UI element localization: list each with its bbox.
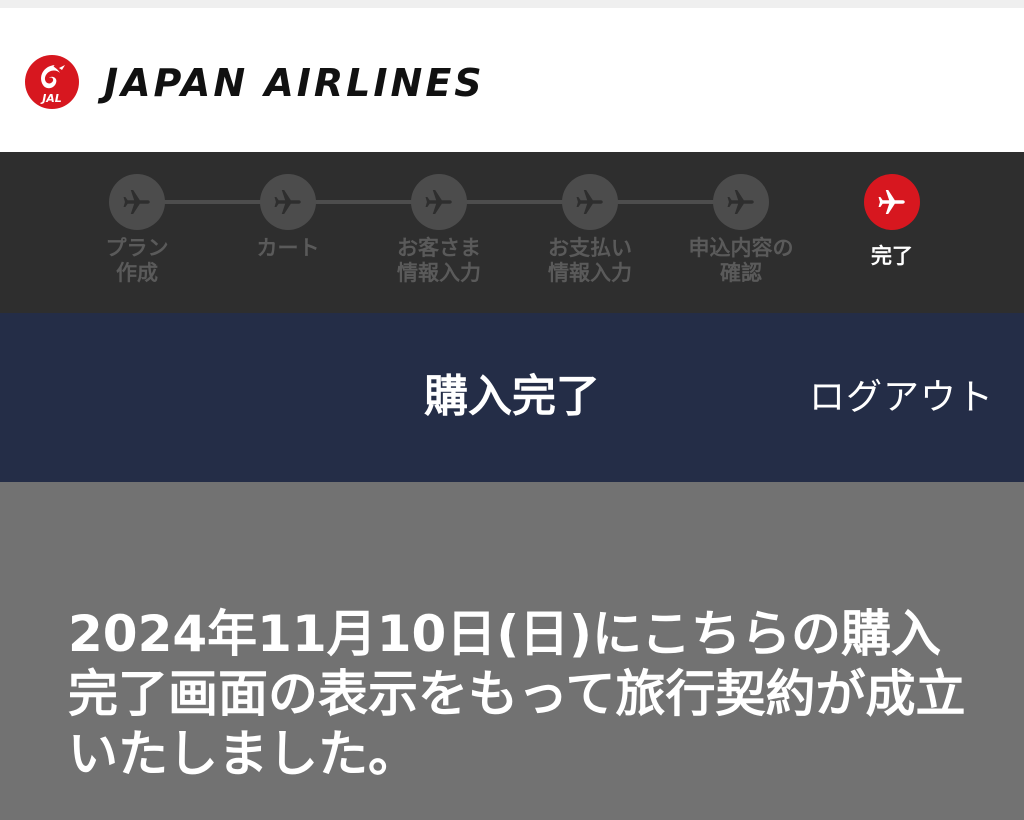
- brand-header: JAL JAPAN AIRLINES: [0, 8, 1024, 152]
- booking-progress: プラン 作成 カート お客さま 情報入力 お支払い 情報入力 申込内容の 確認 …: [0, 152, 1024, 313]
- step-circle: [109, 174, 165, 230]
- step-label: カート: [256, 236, 320, 260]
- step-circle-active: [864, 174, 920, 230]
- top-strip: [0, 0, 1024, 8]
- step-label: プラン 作成: [105, 236, 169, 285]
- jal-crane-logo[interactable]: JAL: [24, 54, 80, 110]
- airplane-icon: [878, 189, 905, 215]
- step-circle: [562, 174, 618, 230]
- jal-logo-text: JAL: [40, 92, 62, 105]
- step-circle: [713, 174, 769, 230]
- step-label: お支払い 情報入力: [548, 236, 632, 285]
- step-cart: カート: [218, 174, 358, 261]
- step-label: 完了: [871, 244, 913, 268]
- completion-message-area: 2024年11月10日(日)にこちらの購入完了画面の表示をもって旅行契約が成立い…: [0, 482, 1024, 820]
- title-bar: 購入完了 ログアウト: [0, 313, 1024, 482]
- step-label: お客さま 情報入力: [397, 236, 481, 285]
- completion-message: 2024年11月10日(日)にこちらの購入完了画面の表示をもって旅行契約が成立い…: [68, 605, 966, 783]
- step-circle: [260, 174, 316, 230]
- step-payment-info: お支払い 情報入力: [520, 174, 660, 286]
- step-label: 申込内容の 確認: [688, 236, 794, 285]
- step-customer-info: お客さま 情報入力: [369, 174, 509, 286]
- step-circle: [411, 174, 467, 230]
- brand-wordmark: JAPAN AIRLINES: [104, 61, 485, 105]
- airplane-icon: [274, 189, 301, 215]
- logout-link[interactable]: ログアウト: [809, 375, 994, 421]
- airplane-icon: [576, 189, 603, 215]
- step-confirm: 申込内容の 確認: [671, 174, 811, 286]
- step-complete: 完了: [822, 174, 962, 269]
- airplane-icon: [425, 189, 452, 215]
- airplane-icon: [123, 189, 150, 215]
- airplane-icon: [727, 189, 754, 215]
- step-plan: プラン 作成: [67, 174, 207, 286]
